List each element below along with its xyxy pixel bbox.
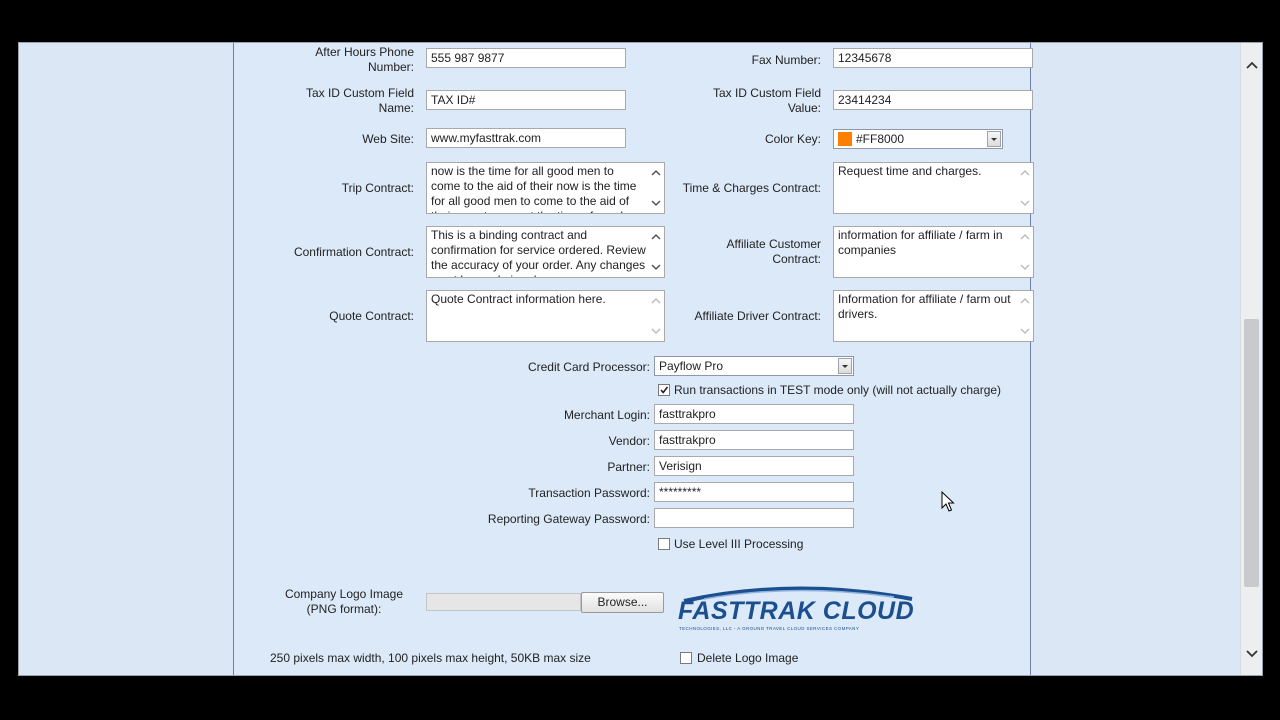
scroll-up-icon[interactable] <box>1020 168 1030 178</box>
reporting-password-label: Reporting Gateway Password: <box>487 512 650 526</box>
partner-label: Partner: <box>607 460 650 474</box>
test-mode-checkbox[interactable] <box>658 384 670 396</box>
tax-id-name-label: Tax ID Custom Field Name: <box>305 86 414 115</box>
logo-brand-text: FASTTRAK CLOUD <box>678 597 915 625</box>
affiliate-driver-contract-label: Affiliate Driver Contract: <box>694 309 822 323</box>
fax-number-input[interactable]: 12345678 <box>833 48 1033 68</box>
confirmation-contract-textarea[interactable]: This is a binding contract and confirmat… <box>426 226 665 278</box>
level3-label: Use Level III Processing <box>674 537 804 551</box>
scroll-down-icon[interactable] <box>1020 326 1030 336</box>
tax-id-value-input[interactable]: 23414234 <box>833 90 1033 110</box>
partner-input[interactable]: Verisign <box>654 456 854 476</box>
textarea-scrollbar[interactable] <box>1017 227 1033 277</box>
color-swatch <box>838 132 852 146</box>
company-settings-form: After Hours Phone Number: 555 987 9877 F… <box>233 43 1034 675</box>
web-site-label: Web Site: <box>362 132 414 146</box>
affiliate-customer-contract-textarea[interactable]: information for affiliate / farm in comp… <box>833 226 1034 278</box>
after-hours-phone-label: After Hours Phone Number: <box>315 45 414 74</box>
confirmation-contract-label: Confirmation Contract: <box>293 245 414 259</box>
vendor-input[interactable]: fasttrakpro <box>654 430 854 450</box>
affiliate-customer-contract-label: Affiliate Customer Contract: <box>726 237 821 266</box>
test-mode-label: Run transactions in TEST mode only (will… <box>674 383 1002 397</box>
quote-contract-label: Quote Contract: <box>329 309 414 323</box>
tax-id-name-input[interactable]: TAX ID# <box>426 90 626 110</box>
trip-contract-text: now is the time for all good men to come… <box>431 164 637 213</box>
textarea-scrollbar[interactable] <box>1017 291 1033 341</box>
affiliate-customer-contract-text: information for affiliate / farm in comp… <box>838 228 1003 257</box>
fax-number-label: Fax Number: <box>751 53 821 67</box>
scroll-down-icon[interactable] <box>651 198 661 208</box>
color-key-value: #FF8000 <box>856 132 905 146</box>
affiliate-driver-contract-text: Information for affiliate / farm out dri… <box>838 292 1011 321</box>
company-logo-label: Company Logo Image (PNG format): <box>284 587 404 616</box>
delete-logo-checkbox[interactable] <box>680 652 692 664</box>
color-key-select[interactable]: #FF8000 <box>833 129 1003 149</box>
reporting-password-input[interactable] <box>654 508 854 528</box>
dropdown-arrow-icon[interactable] <box>987 131 1001 147</box>
page-scrollbar[interactable] <box>1240 43 1262 675</box>
time-charges-contract-label: Time & Charges Contract: <box>682 181 821 195</box>
level3-checkbox[interactable] <box>658 538 670 550</box>
affiliate-driver-contract-textarea[interactable]: Information for affiliate / farm out dri… <box>833 290 1034 342</box>
trip-contract-label: Trip Contract: <box>341 181 414 195</box>
logo-file-input[interactable] <box>426 593 581 611</box>
browse-button[interactable]: Browse... <box>581 592 664 613</box>
merchant-login-label: Merchant Login: <box>563 408 650 422</box>
scroll-down-icon[interactable] <box>1246 648 1258 658</box>
browser-viewport: After Hours Phone Number: 555 987 9877 F… <box>18 42 1263 676</box>
scroll-down-icon[interactable] <box>1020 198 1030 208</box>
quote-contract-text: Quote Contract information here. <box>431 292 606 306</box>
credit-card-processor-label: Credit Card Processor: <box>527 360 650 374</box>
after-hours-phone-input[interactable]: 555 987 9877 <box>426 48 626 68</box>
delete-logo-label: Delete Logo Image <box>697 651 799 665</box>
scroll-up-icon[interactable] <box>651 232 661 242</box>
credit-card-processor-value: Payflow Pro <box>659 359 724 373</box>
vendor-label: Vendor: <box>608 434 650 448</box>
scroll-up-icon[interactable] <box>651 296 661 306</box>
scroll-up-icon[interactable] <box>1246 60 1258 70</box>
transaction-password-input[interactable]: ********* <box>654 482 854 502</box>
scroll-down-icon[interactable] <box>651 326 661 336</box>
web-site-input[interactable]: www.myfasttrak.com <box>426 128 626 148</box>
merchant-login-input[interactable]: fasttrakpro <box>654 404 854 424</box>
company-logo-image: FASTTRAK CLOUD TECHNOLOGIES, LLC - A GRO… <box>674 579 924 637</box>
mouse-cursor-icon <box>941 491 955 512</box>
tax-id-value-label: Tax ID Custom Field Value: <box>712 86 821 115</box>
transaction-password-label: Transaction Password: <box>528 486 650 500</box>
scrollbar-thumb[interactable] <box>1244 319 1259 587</box>
quote-contract-textarea[interactable]: Quote Contract information here. <box>426 290 665 342</box>
scroll-up-icon[interactable] <box>1020 296 1030 306</box>
time-charges-contract-text: Request time and charges. <box>838 164 982 178</box>
credit-card-processor-select[interactable]: Payflow Pro <box>654 356 854 376</box>
scroll-down-icon[interactable] <box>1020 262 1030 272</box>
time-charges-contract-textarea[interactable]: Request time and charges. <box>833 162 1034 214</box>
logo-tagline: TECHNOLOGIES, LLC - A GROUND TRAVEL CLOU… <box>679 626 860 631</box>
trip-contract-textarea[interactable]: now is the time for all good men to come… <box>426 162 665 214</box>
color-key-label: Color Key: <box>764 132 821 146</box>
checkmark-icon <box>660 386 669 394</box>
dropdown-arrow-icon[interactable] <box>838 358 852 374</box>
textarea-scrollbar[interactable] <box>1017 163 1033 213</box>
logo-size-hint: 250 pixels max width, 100 pixels max hei… <box>270 651 591 665</box>
scroll-up-icon[interactable] <box>651 168 661 178</box>
textarea-scrollbar[interactable] <box>648 227 664 277</box>
scroll-up-icon[interactable] <box>1020 232 1030 242</box>
scroll-down-icon[interactable] <box>651 262 661 272</box>
confirmation-contract-text: This is a binding contract and confirmat… <box>431 228 646 277</box>
